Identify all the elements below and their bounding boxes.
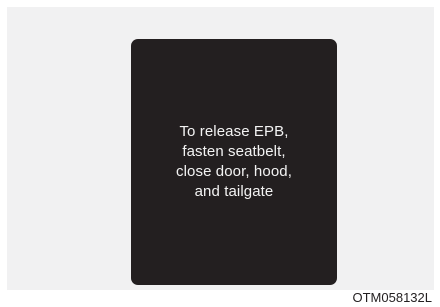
illustration-panel: To release EPB, fasten seatbelt, close d… xyxy=(7,7,434,290)
figure-code: OTM058132L xyxy=(352,290,433,305)
epb-warning-message: To release EPB, fasten seatbelt, close d… xyxy=(176,123,292,200)
cluster-display-screen: To release EPB, fasten seatbelt, close d… xyxy=(131,39,337,285)
